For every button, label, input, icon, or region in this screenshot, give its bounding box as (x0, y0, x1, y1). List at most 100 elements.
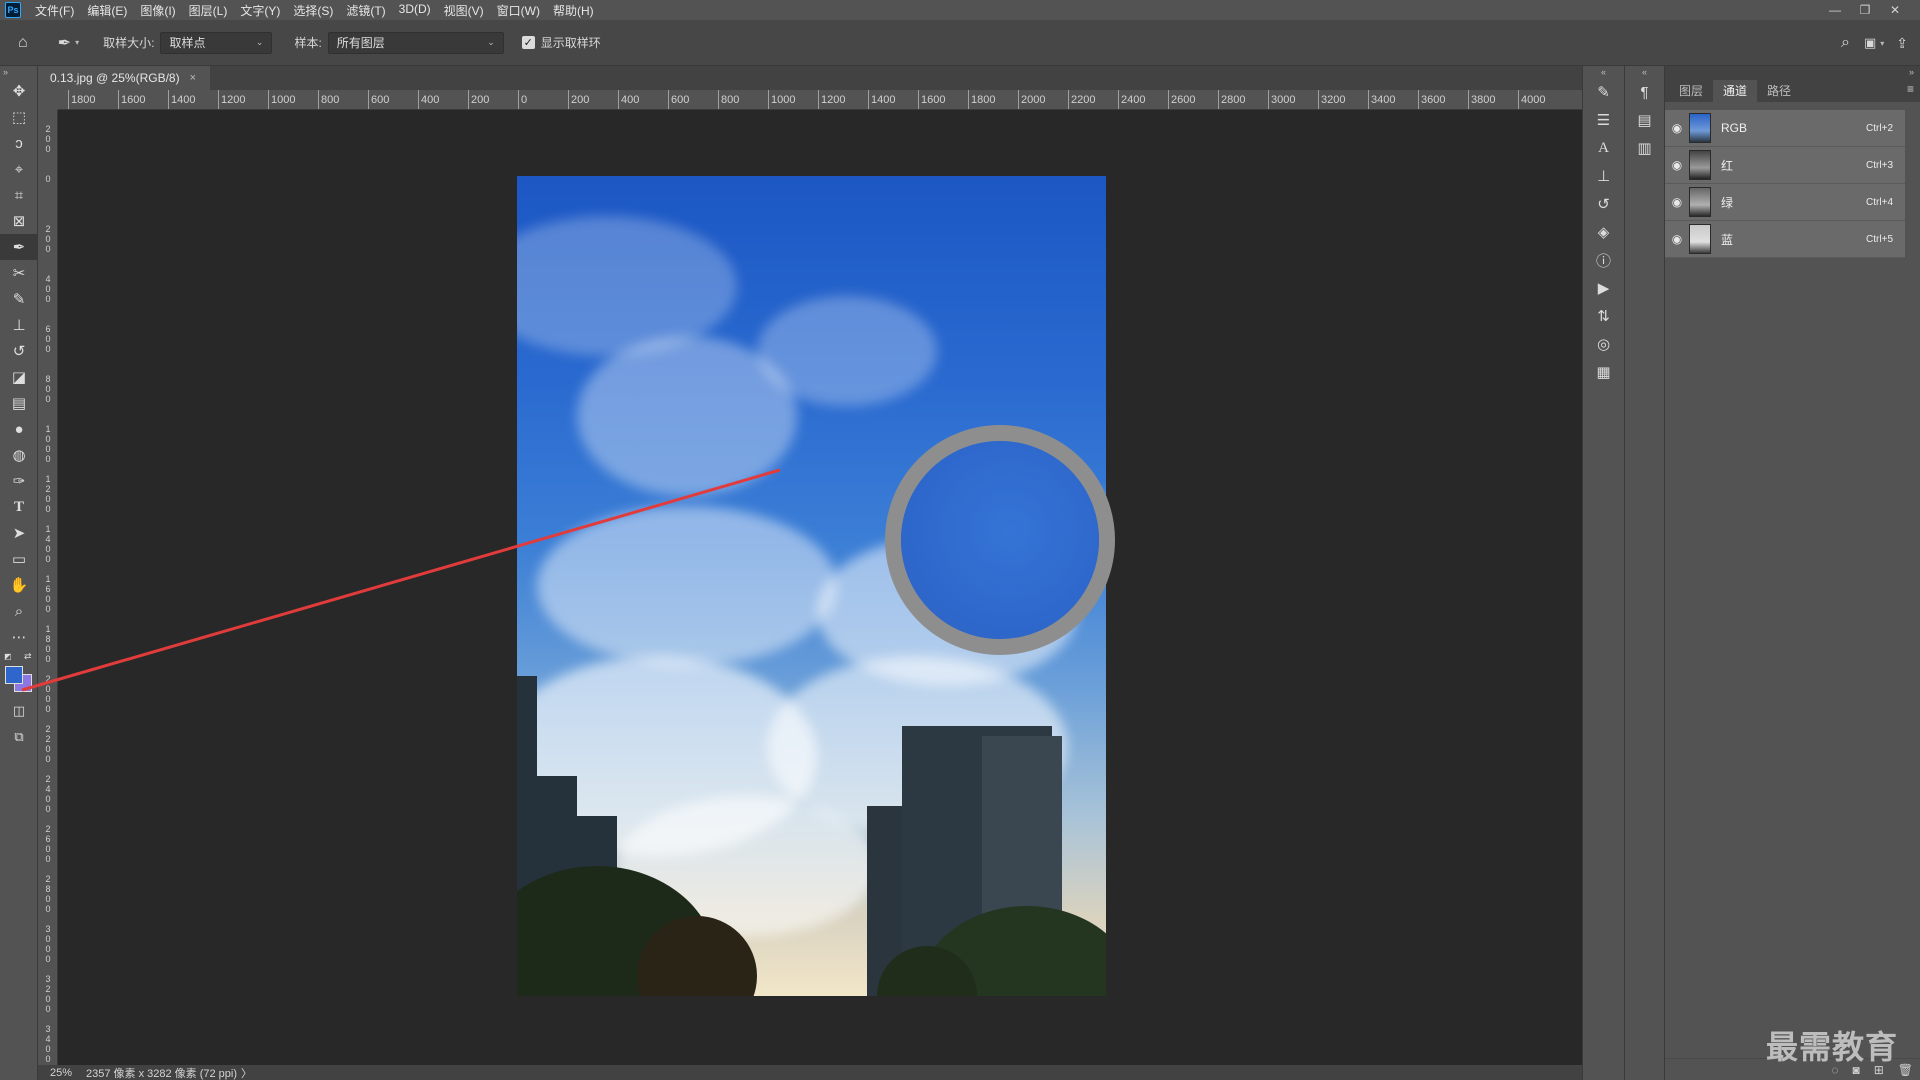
clone-source-icon[interactable]: ⊥ (1583, 162, 1624, 190)
lasso-tool-icon[interactable]: ↄ (0, 130, 38, 156)
menu-3d[interactable]: 3D(D) (399, 2, 431, 19)
sample-size-select[interactable]: 取样点 ⌄ (160, 31, 273, 54)
menu-edit[interactable]: 编辑(E) (87, 2, 127, 19)
screen-mode-icon[interactable]: ⧉ (0, 724, 38, 750)
chevron-down-icon: ⌄ (255, 37, 264, 47)
menu-image[interactable]: 图像(I) (140, 2, 175, 19)
menu-file[interactable]: 文件(F) (35, 2, 74, 19)
workspace-icon[interactable]: ▣ (1864, 35, 1876, 51)
brush-tool-icon[interactable]: ✎ (0, 286, 38, 312)
eyedropper-tool-icon[interactable]: ✒ (0, 234, 38, 260)
menu-view[interactable]: 视图(V) (444, 2, 484, 19)
canvas-area[interactable] (58, 111, 1562, 1065)
document-tab-bar: 0.13.jpg @ 25%(RGB/8) × (38, 66, 1582, 90)
visibility-eye-icon[interactable]: ◉ (1665, 121, 1689, 135)
ruler-label: 1400 (171, 94, 196, 106)
ruler-label: 2600 (1171, 94, 1196, 106)
horizontal-ruler[interactable]: 1800 1600 1400 1200 1000 800 600 400 200 0 200 400 6… (58, 90, 1582, 110)
tab-channels[interactable]: 通道 (1713, 80, 1758, 102)
panel-menu-icon[interactable]: ≡ (1907, 82, 1914, 96)
channel-thumbnail (1689, 224, 1711, 254)
crop-tool-icon[interactable]: ⌗ (0, 182, 38, 208)
foreground-color-swatch[interactable] (5, 666, 23, 684)
blur-tool-icon[interactable]: ● (0, 416, 38, 442)
menu-help[interactable]: 帮助(H) (553, 2, 594, 19)
layer-comps-icon[interactable]: ⇅ (1583, 302, 1624, 330)
type-tool-icon[interactable]: T (0, 494, 38, 520)
menu-layer[interactable]: 图层(L) (189, 2, 228, 19)
channel-row-rgb[interactable]: ◉ RGB Ctrl+2 (1665, 110, 1905, 147)
document-tab[interactable]: 0.13.jpg @ 25%(RGB/8) × (38, 66, 210, 90)
visibility-eye-icon[interactable]: ◉ (1665, 158, 1689, 172)
properties-icon[interactable]: ◈ (1583, 218, 1624, 246)
info-icon[interactable]: ⓘ (1583, 246, 1624, 274)
healing-brush-tool-icon[interactable]: ✂ (0, 260, 38, 286)
path-selection-tool-icon[interactable]: ➤ (0, 520, 38, 546)
show-sampling-ring-label[interactable]: 显示取样环 (541, 34, 601, 51)
collapse-arrows-icon[interactable]: » (0, 66, 37, 78)
chevron-down-icon[interactable]: ▾ (75, 38, 79, 47)
menu-window[interactable]: 窗口(W) (497, 2, 540, 19)
zoom-tool-icon[interactable]: ⌕ (0, 598, 38, 624)
home-icon[interactable]: ⌂ (18, 34, 28, 52)
collapse-arrows-icon[interactable]: » (1665, 66, 1920, 78)
minimize-button[interactable]: — (1820, 3, 1850, 17)
more-tools-icon[interactable]: ⋯ (0, 624, 38, 650)
zoom-level[interactable]: 25% (38, 1067, 78, 1079)
default-colors-icon[interactable]: ◩ (4, 652, 12, 661)
restore-button[interactable]: ❐ (1850, 3, 1880, 17)
swap-colors-icon[interactable]: ⇄ (24, 651, 32, 662)
channel-row-green[interactable]: ◉ 绿 Ctrl+4 (1665, 184, 1905, 221)
chevron-down-icon[interactable]: ▾ (1880, 39, 1884, 48)
collapse-arrows-icon[interactable]: « (1625, 66, 1664, 78)
ruler-label: 0 (521, 94, 528, 106)
quick-selection-tool-icon[interactable]: ⌖ (0, 156, 38, 182)
sample-layers-select[interactable]: 所有图层 ⌄ (327, 31, 504, 54)
libraries-icon[interactable]: ▤ (1625, 106, 1664, 134)
quick-mask-icon[interactable]: ◫ (0, 698, 38, 724)
notes-icon[interactable]: ▥ (1625, 134, 1664, 162)
menu-select[interactable]: 选择(S) (293, 2, 333, 19)
history-brush-tool-icon[interactable]: ↺ (0, 338, 38, 364)
clone-stamp-tool-icon[interactable]: ⊥ (0, 312, 38, 338)
search-icon[interactable]: ⌕ (1841, 34, 1850, 52)
adjustments-icon[interactable]: ☰ (1583, 106, 1624, 134)
close-tab-icon[interactable]: × (190, 72, 196, 84)
move-tool-icon[interactable]: ✥ (0, 78, 38, 104)
channel-row-red[interactable]: ◉ 红 Ctrl+3 (1665, 147, 1905, 184)
brush-settings-icon[interactable]: ✎ (1583, 78, 1624, 106)
marquee-tool-icon[interactable]: ⬚ (0, 104, 38, 130)
menu-type[interactable]: 文字(Y) (240, 2, 280, 19)
actions-play-icon[interactable]: ▶ (1583, 274, 1624, 302)
history-icon[interactable]: ↺ (1583, 190, 1624, 218)
tab-paths[interactable]: 路径 (1757, 80, 1801, 102)
vertical-ruler[interactable]: 2 0 0 0 2 0 0 4 0 0 6 0 0 8 0 0 1 0 0 0 1 2 0 0… (38, 110, 58, 1065)
frame-tool-icon[interactable]: ⊠ (0, 208, 38, 234)
paragraph-icon[interactable]: ¶ (1625, 78, 1664, 106)
ruler-origin[interactable] (38, 90, 58, 110)
dodge-tool-icon[interactable]: ◍ (0, 442, 38, 468)
eraser-tool-icon[interactable]: ◪ (0, 364, 38, 390)
share-icon[interactable]: ⇪ (1896, 35, 1908, 52)
3d-icon[interactable]: ◎ (1583, 330, 1624, 358)
rectangle-tool-icon[interactable]: ▭ (0, 546, 38, 572)
status-arrow-icon[interactable]: 〉 (241, 1065, 252, 1080)
pen-tool-icon[interactable]: ✑ (0, 468, 38, 494)
sample-size-value: 取样点 (169, 36, 206, 50)
eyedropper-tool-preset-icon[interactable]: ✒ (58, 33, 71, 53)
close-button[interactable]: ✕ (1880, 3, 1910, 17)
hand-tool-icon[interactable]: ✋ (0, 572, 38, 598)
character-icon[interactable]: A (1583, 134, 1624, 162)
visibility-eye-icon[interactable]: ◉ (1665, 232, 1689, 246)
table-icon[interactable]: ▦ (1583, 358, 1624, 386)
collapse-arrows-icon[interactable]: « (1583, 66, 1624, 78)
trash-icon[interactable]: 🗑 (1898, 1063, 1913, 1077)
channel-row-blue[interactable]: ◉ 蓝 Ctrl+5 (1665, 221, 1905, 258)
visibility-eye-icon[interactable]: ◉ (1665, 195, 1689, 209)
gradient-tool-icon[interactable]: ▤ (0, 390, 38, 416)
menu-filter[interactable]: 滤镜(T) (346, 2, 385, 19)
show-sampling-ring-checkbox[interactable]: ✓ (521, 36, 535, 49)
ruler-label: 200 (471, 94, 490, 106)
window-controls: — ❐ ✕ (1820, 0, 1910, 20)
tab-layers[interactable]: 图层 (1669, 80, 1713, 102)
